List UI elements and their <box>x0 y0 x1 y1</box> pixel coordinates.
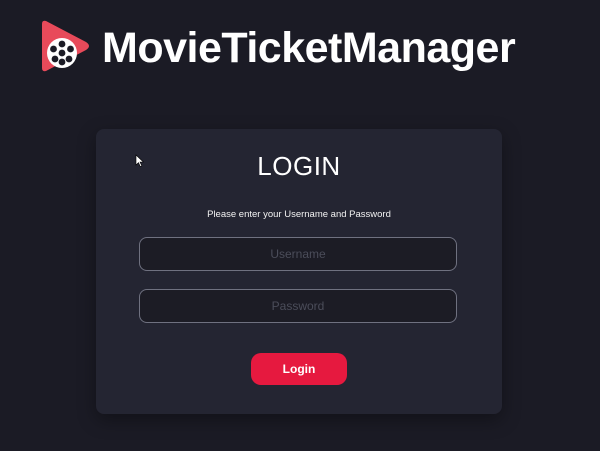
login-instructions: Please enter your Username and Password <box>207 209 391 220</box>
mouse-pointer-icon <box>135 154 145 168</box>
login-title: LOGIN <box>257 151 341 181</box>
username-input[interactable] <box>139 237 457 271</box>
login-button[interactable]: Login <box>251 353 347 385</box>
brand-header: MovieTicketManager <box>36 18 516 78</box>
brand-name: MovieTicketManager <box>102 23 516 72</box>
login-page: MovieTicketManager LOGIN Please enter yo… <box>0 0 600 451</box>
login-card: LOGIN Please enter your Username and Pas… <box>96 129 502 414</box>
password-input[interactable] <box>139 289 457 323</box>
film-reel-play-icon <box>42 20 89 72</box>
